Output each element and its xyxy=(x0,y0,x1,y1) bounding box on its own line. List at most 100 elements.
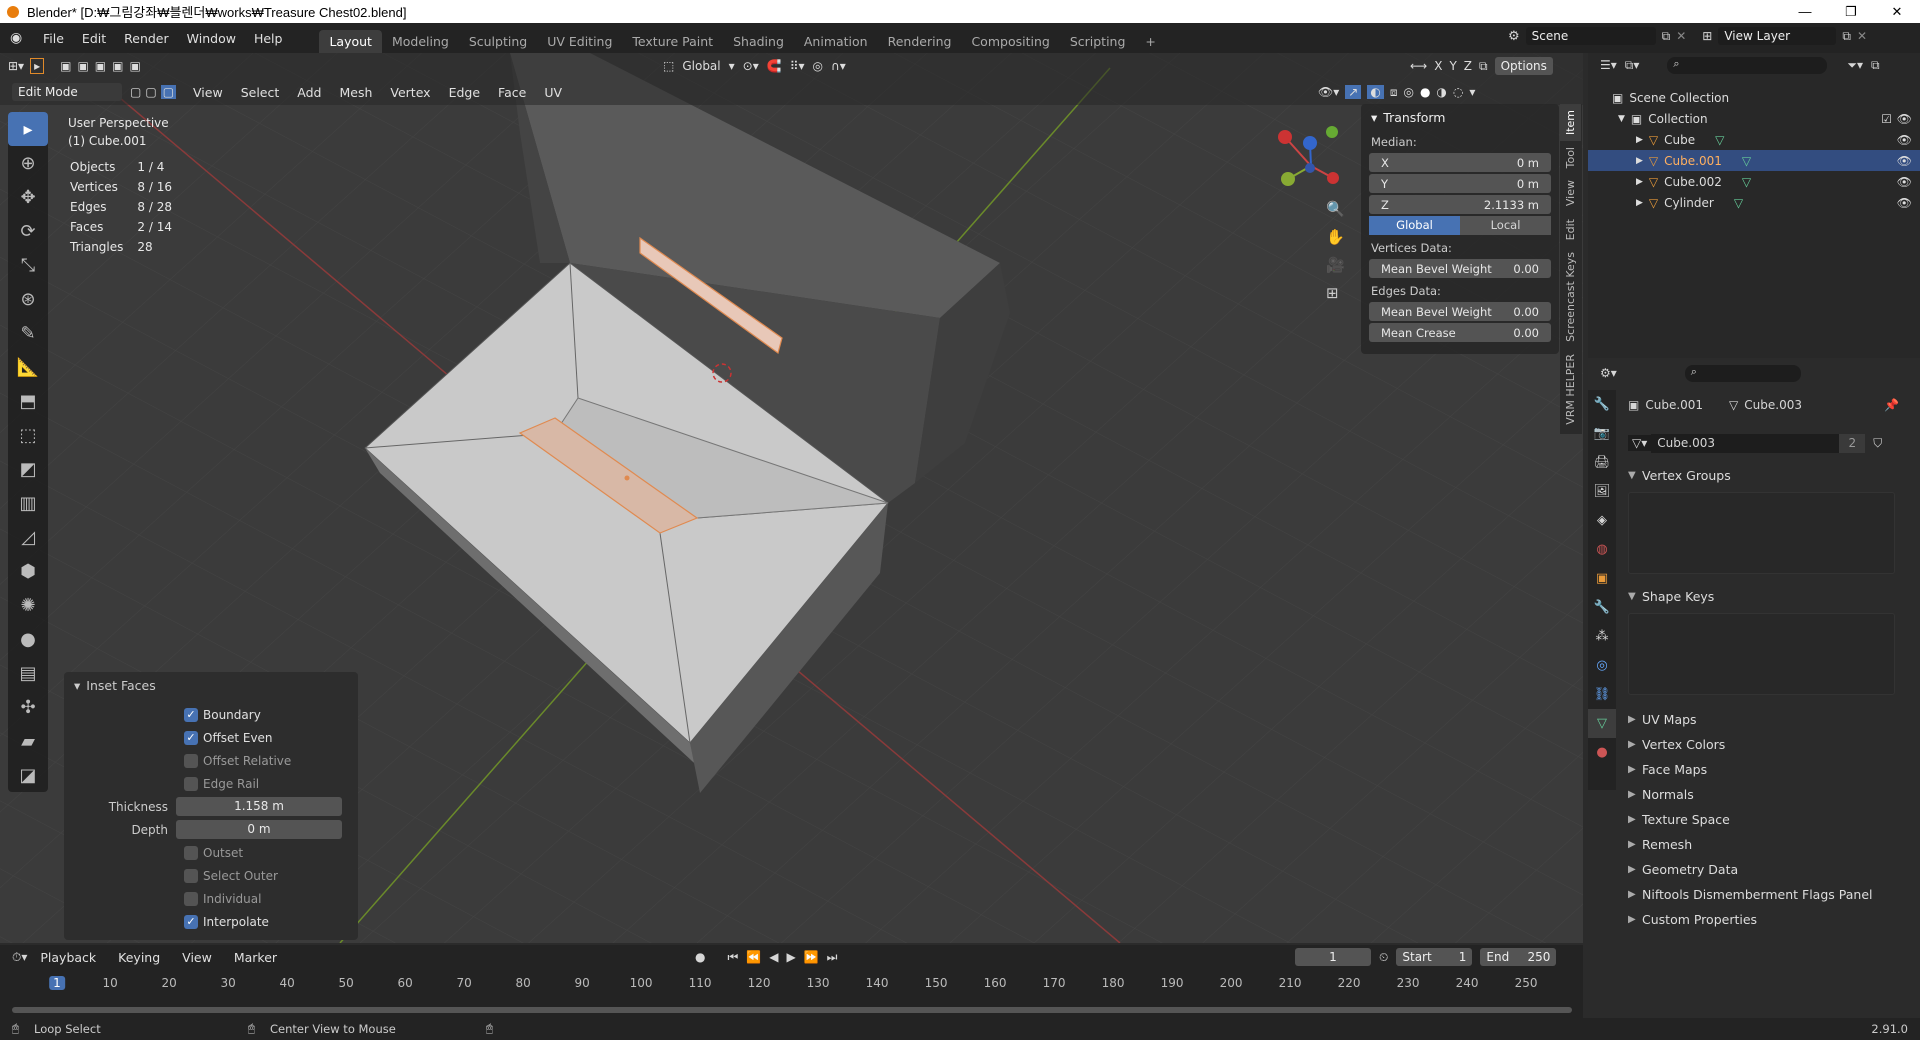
start-frame-field[interactable]: Start 1 xyxy=(1396,948,1473,966)
checkbox-checked-icon[interactable]: ☑ xyxy=(1881,112,1892,126)
menu-window[interactable]: Window xyxy=(178,31,245,46)
select-mode-intersect-icon[interactable]: ▣ xyxy=(129,59,140,73)
end-frame-field[interactable]: End 250 xyxy=(1480,948,1557,966)
mirror-x-toggle[interactable]: X xyxy=(1434,59,1442,73)
tool-properties-icon[interactable]: 🔧 xyxy=(1588,390,1616,419)
timeline-ruler[interactable]: 1 10 20 30 40 50 60 70 80 90 100 110 120 130 140 150 160… xyxy=(0,973,1583,997)
select-outer-checkbox[interactable]: Select Outer xyxy=(64,864,358,887)
object-properties-icon[interactable]: ▣ xyxy=(1588,564,1616,593)
tab-tool[interactable]: Tool xyxy=(1560,141,1581,174)
render-properties-icon[interactable]: 📷 xyxy=(1588,419,1616,448)
shrink-fatten-tool[interactable]: ✣ xyxy=(8,690,48,724)
mode-dropdown[interactable]: Edit Mode xyxy=(12,83,122,101)
knife-tool[interactable]: ◿ xyxy=(8,520,48,554)
outliner-item-cylinder[interactable]: ▶ ▽ Cylinder ▽ 👁 xyxy=(1588,192,1920,213)
outliner-collection[interactable]: ▼ ▣ Collection ☑ 👁 xyxy=(1588,108,1920,129)
select-mode-extend-icon[interactable]: ▣ xyxy=(77,59,88,73)
record-icon[interactable]: ● xyxy=(695,950,705,964)
tab-layout[interactable]: Layout xyxy=(319,30,382,53)
filter-icon[interactable]: ⏷▾ xyxy=(1847,58,1863,73)
custom-properties-section[interactable]: ▶ Custom Properties xyxy=(1628,907,1913,932)
properties-search-input[interactable]: ⌕ xyxy=(1684,364,1801,382)
offset-relative-checkbox[interactable]: Offset Relative xyxy=(64,749,358,772)
users-count[interactable]: 2 xyxy=(1839,433,1866,453)
edge-rail-checkbox[interactable]: Edge Rail xyxy=(64,772,358,795)
xray-icon[interactable]: ⧈ xyxy=(1390,85,1398,100)
vertex-bevel-weight-field[interactable]: Mean Bevel Weight 0.00 xyxy=(1369,259,1551,278)
tab-item[interactable]: Item xyxy=(1560,104,1581,142)
select-mode-new-icon[interactable]: ▣ xyxy=(60,59,71,73)
jump-start-icon[interactable]: ⏮ xyxy=(727,950,738,965)
vertex-groups-section[interactable]: ▼ Vertex Groups xyxy=(1628,463,1913,488)
view-layer-properties-icon[interactable]: 🖼 xyxy=(1588,477,1616,506)
menu-view[interactable]: View xyxy=(173,950,221,965)
menu-face[interactable]: Face xyxy=(489,85,535,100)
maximize-button[interactable]: ❐ xyxy=(1828,0,1874,23)
particle-properties-icon[interactable]: ⁂ xyxy=(1588,622,1616,651)
edge-slide-tool[interactable]: ▤ xyxy=(8,656,48,690)
tab-scripting[interactable]: Scripting xyxy=(1060,30,1136,53)
cursor-tool[interactable]: ⊕ xyxy=(8,146,48,180)
mean-crease-field[interactable]: Mean Crease 0.00 xyxy=(1369,323,1551,342)
tab-uv-editing[interactable]: UV Editing xyxy=(537,30,622,53)
outliner-item-cube-001[interactable]: ▶ ▽ Cube.001 ▽ 👁 xyxy=(1588,150,1920,171)
outliner-item-cube-002[interactable]: ▶ ▽ Cube.002 ▽ 👁 xyxy=(1588,171,1920,192)
view-layer-field[interactable]: View Layer xyxy=(1718,27,1837,45)
median-y-field[interactable]: Y 0 m xyxy=(1369,174,1551,193)
scene-icon[interactable]: ⚙ xyxy=(1508,29,1520,44)
output-properties-icon[interactable]: 🖨 xyxy=(1588,448,1616,477)
niftools-section[interactable]: ▶ Niftools Dismemberment Flags Panel xyxy=(1628,882,1913,907)
overlay-icon[interactable]: ◐ xyxy=(1367,85,1384,99)
tab-compositing[interactable]: Compositing xyxy=(961,30,1059,53)
interpolate-checkbox[interactable]: ✓ Interpolate xyxy=(64,910,358,933)
mesh-name-field[interactable]: Cube.003 xyxy=(1651,433,1840,453)
tab-screencast-keys[interactable]: Screencast Keys xyxy=(1560,246,1581,348)
mirror-icon[interactable]: ⟷ xyxy=(1410,59,1427,73)
poly-build-tool[interactable]: ⬢ xyxy=(8,554,48,588)
tab-rendering[interactable]: Rendering xyxy=(878,30,962,53)
mirror-y-toggle[interactable]: Y xyxy=(1449,59,1456,73)
delete-view-layer-icon[interactable]: ✕ xyxy=(1857,29,1867,43)
wireframe-shading-icon[interactable]: ◎ xyxy=(1403,85,1413,99)
texture-space-section[interactable]: ▶ Texture Space xyxy=(1628,807,1913,832)
thickness-field[interactable]: 1.158 m xyxy=(176,797,342,816)
global-button[interactable]: Global xyxy=(1369,216,1460,235)
blender-menu-icon[interactable]: ◉ xyxy=(10,30,26,46)
transform-header[interactable]: ▾ Transform xyxy=(1361,104,1559,131)
menu-render[interactable]: Render xyxy=(115,31,178,46)
select-mode-invert-icon[interactable]: ▣ xyxy=(112,59,123,73)
annotate-tool[interactable]: ✎ xyxy=(8,316,48,350)
current-frame-field[interactable]: 1 xyxy=(1295,948,1371,966)
editor-type-icon[interactable]: ⏱▾ xyxy=(12,950,27,965)
inset-faces-header[interactable]: ▾ Inset Faces xyxy=(64,672,358,699)
options-dropdown[interactable]: Options xyxy=(1494,57,1553,75)
offset-even-checkbox[interactable]: ✓ Offset Even xyxy=(64,726,358,749)
mesh-browse-icon[interactable]: ▽▾ xyxy=(1628,435,1652,451)
vertex-colors-section[interactable]: ▶ Vertex Colors xyxy=(1628,732,1913,757)
boundary-checkbox[interactable]: ✓ Boundary xyxy=(64,703,358,726)
snap-icon[interactable]: 🧲 xyxy=(767,59,782,73)
shape-keys-section[interactable]: ▼ Shape Keys xyxy=(1628,584,1913,609)
orientation-dropdown[interactable]: Global xyxy=(682,59,720,73)
menu-view[interactable]: View xyxy=(184,85,232,100)
face-select-icon[interactable]: ▢ xyxy=(160,85,177,99)
shape-keys-list[interactable] xyxy=(1628,613,1895,695)
menu-marker[interactable]: Marker xyxy=(225,950,286,965)
remesh-section[interactable]: ▶ Remesh xyxy=(1628,832,1913,857)
delete-scene-icon[interactable]: ✕ xyxy=(1676,29,1686,43)
edge-select-icon[interactable]: ▢ xyxy=(145,85,156,99)
scale-tool[interactable]: ⤡ xyxy=(8,248,48,282)
select-tool-icon[interactable]: ▸ xyxy=(30,58,45,74)
bevel-tool[interactable]: ◩ xyxy=(8,452,48,486)
proportional-edit-icon[interactable]: ◎ xyxy=(813,59,823,73)
perspective-toggle-icon[interactable]: ⊞ xyxy=(1326,284,1345,302)
add-workspace-icon[interactable]: + xyxy=(1135,30,1165,53)
gizmo-icon[interactable]: ↗ xyxy=(1345,85,1362,99)
smooth-tool[interactable]: ● xyxy=(8,622,48,656)
eye-icon[interactable]: 👁 xyxy=(1897,175,1912,189)
tab-vrm-helper[interactable]: VRM HELPER xyxy=(1560,348,1581,431)
timeline-scrollbar[interactable] xyxy=(12,1007,1572,1013)
menu-edit[interactable]: Edit xyxy=(73,31,115,46)
select-mode-subtract-icon[interactable]: ▣ xyxy=(95,59,106,73)
view-layer-icon[interactable]: ⊞ xyxy=(1702,29,1712,43)
